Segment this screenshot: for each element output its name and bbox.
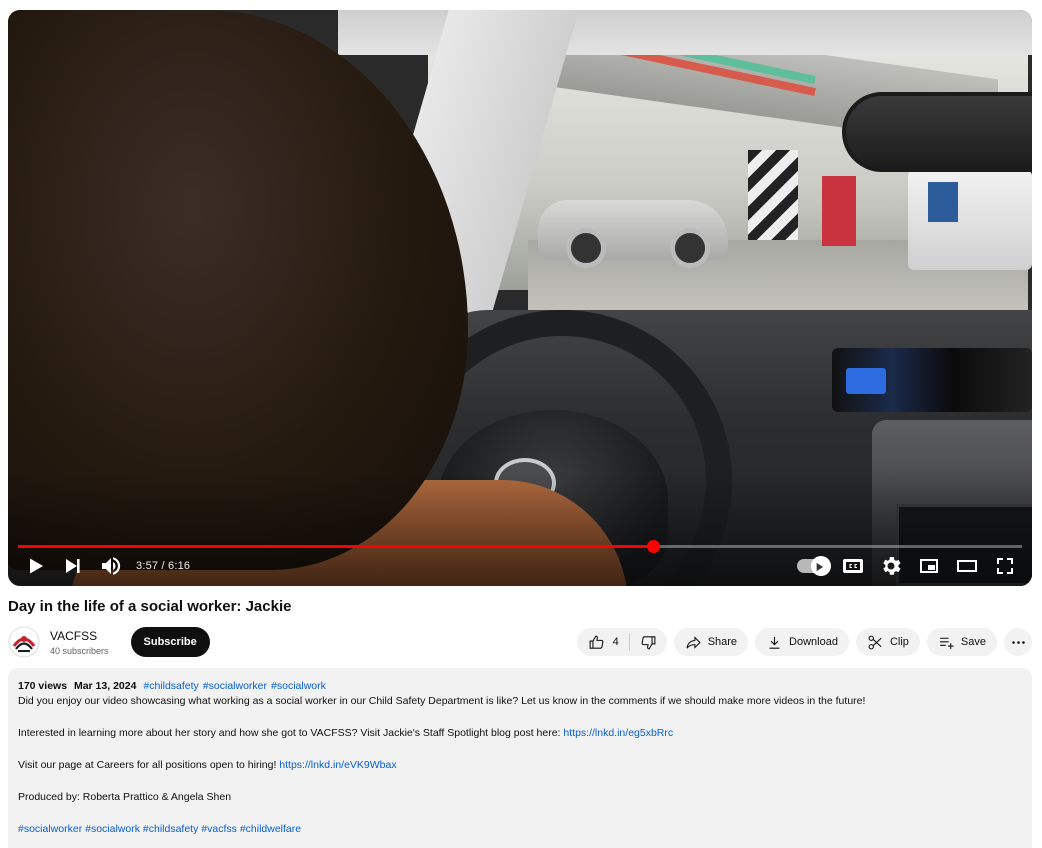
description-hashtags: #socialworker #socialwork #childsafety #…	[18, 822, 1022, 837]
hashtag-link[interactable]: #childsafety	[143, 823, 198, 835]
owner-row: VACFSS 40 subscribers Subscribe 4 Share …	[8, 624, 1032, 660]
player-controls: 3:57 / 6:16	[8, 546, 1032, 586]
video-player[interactable]: 3:57 / 6:16	[8, 10, 1032, 586]
mute-button[interactable]	[92, 547, 130, 585]
save-button[interactable]: Save	[926, 628, 997, 656]
share-icon	[686, 635, 701, 649]
time-display: 3:57 / 6:16	[136, 560, 190, 572]
theater-icon	[957, 560, 977, 572]
subscribe-button[interactable]: Subscribe	[130, 627, 210, 657]
clip-button[interactable]: Clip	[855, 628, 920, 656]
thumbs-down-icon	[641, 635, 656, 649]
hashtag-link[interactable]: #socialwork	[85, 823, 140, 835]
description-box[interactable]: 170 views Mar 13, 2024 #childsafety #soci…	[8, 668, 1032, 848]
description-text: Interested in learning more about her st…	[18, 727, 564, 739]
download-button[interactable]: Download	[755, 628, 849, 656]
gear-icon	[883, 557, 901, 575]
fullscreen-icon	[997, 558, 1013, 574]
description-line: Did you enjoy our video showcasing what …	[18, 695, 866, 707]
description-meta: 170 views Mar 13, 2024 #childsafety #soci…	[18, 679, 1022, 694]
miniplayer-button[interactable]	[910, 547, 948, 585]
time-separator: /	[158, 560, 168, 572]
channel-name[interactable]: VACFSS	[50, 629, 109, 643]
description-line: Interested in learning more about her st…	[18, 726, 1022, 741]
video-frame	[8, 10, 1032, 586]
blog-link[interactable]: https://lnkd.in/eg5xbRrc	[563, 727, 673, 739]
settings-button[interactable]	[872, 547, 910, 585]
duration: 6:16	[168, 560, 191, 572]
channel-avatar[interactable]	[8, 626, 40, 658]
share-label: Share	[707, 636, 738, 648]
like-dislike-group: 4	[576, 628, 667, 656]
more-horizontal-icon	[1011, 640, 1025, 644]
dislike-button[interactable]	[630, 628, 667, 656]
current-time: 3:57	[136, 560, 159, 572]
skip-next-icon	[66, 559, 80, 573]
subtitles-button[interactable]	[834, 547, 872, 585]
autoplay-switch	[797, 556, 831, 576]
clip-label: Clip	[889, 636, 909, 648]
view-count: 170 views	[18, 680, 68, 692]
like-count: 4	[612, 636, 619, 648]
autoplay-toggle[interactable]	[796, 547, 834, 585]
upload-date: Mar 13, 2024	[73, 680, 137, 692]
share-button[interactable]: Share	[673, 628, 749, 656]
fullscreen-button[interactable]	[986, 547, 1024, 585]
scissors-icon	[868, 635, 882, 649]
description-line: Produced by: Roberta Prattico & Angela S…	[18, 791, 232, 803]
next-button[interactable]	[54, 547, 92, 585]
hashtag-link[interactable]: #socialworker	[203, 680, 267, 692]
vacfss-logo-icon	[8, 626, 40, 658]
volume-icon	[102, 557, 121, 575]
channel-info: VACFSS 40 subscribers	[50, 629, 109, 656]
download-label: Download	[789, 636, 838, 648]
closed-captions-icon	[843, 559, 863, 573]
autoplay-play-icon	[816, 562, 824, 572]
play-button[interactable]	[16, 547, 54, 585]
miniplayer-icon	[920, 559, 938, 573]
thumbs-up-icon	[589, 635, 603, 649]
hashtag-link[interactable]: #childwelfare	[240, 823, 301, 835]
more-actions-button[interactable]	[1004, 628, 1032, 656]
video-title: Day in the life of a social worker: Jack…	[8, 598, 292, 615]
theater-mode-button[interactable]	[948, 547, 986, 585]
subscriber-count: 40 subscribers	[50, 645, 109, 656]
hashtag-link[interactable]: #childsafety	[143, 680, 198, 692]
careers-link[interactable]: https://lnkd.in/eVK9Wbax	[279, 759, 396, 771]
description-text: Visit our page at Careers for all positi…	[18, 759, 280, 771]
like-button[interactable]: 4	[577, 628, 629, 656]
save-label: Save	[960, 636, 986, 648]
description-line: Visit our page at Careers for all positi…	[18, 758, 1022, 773]
download-icon	[769, 636, 780, 649]
hashtag-link[interactable]: #socialworker	[18, 823, 82, 835]
play-icon	[30, 558, 43, 574]
hashtag-link[interactable]: #vacfss	[201, 823, 237, 835]
hashtag-link[interactable]: #socialwork	[271, 680, 326, 692]
playlist-add-icon	[940, 637, 954, 649]
